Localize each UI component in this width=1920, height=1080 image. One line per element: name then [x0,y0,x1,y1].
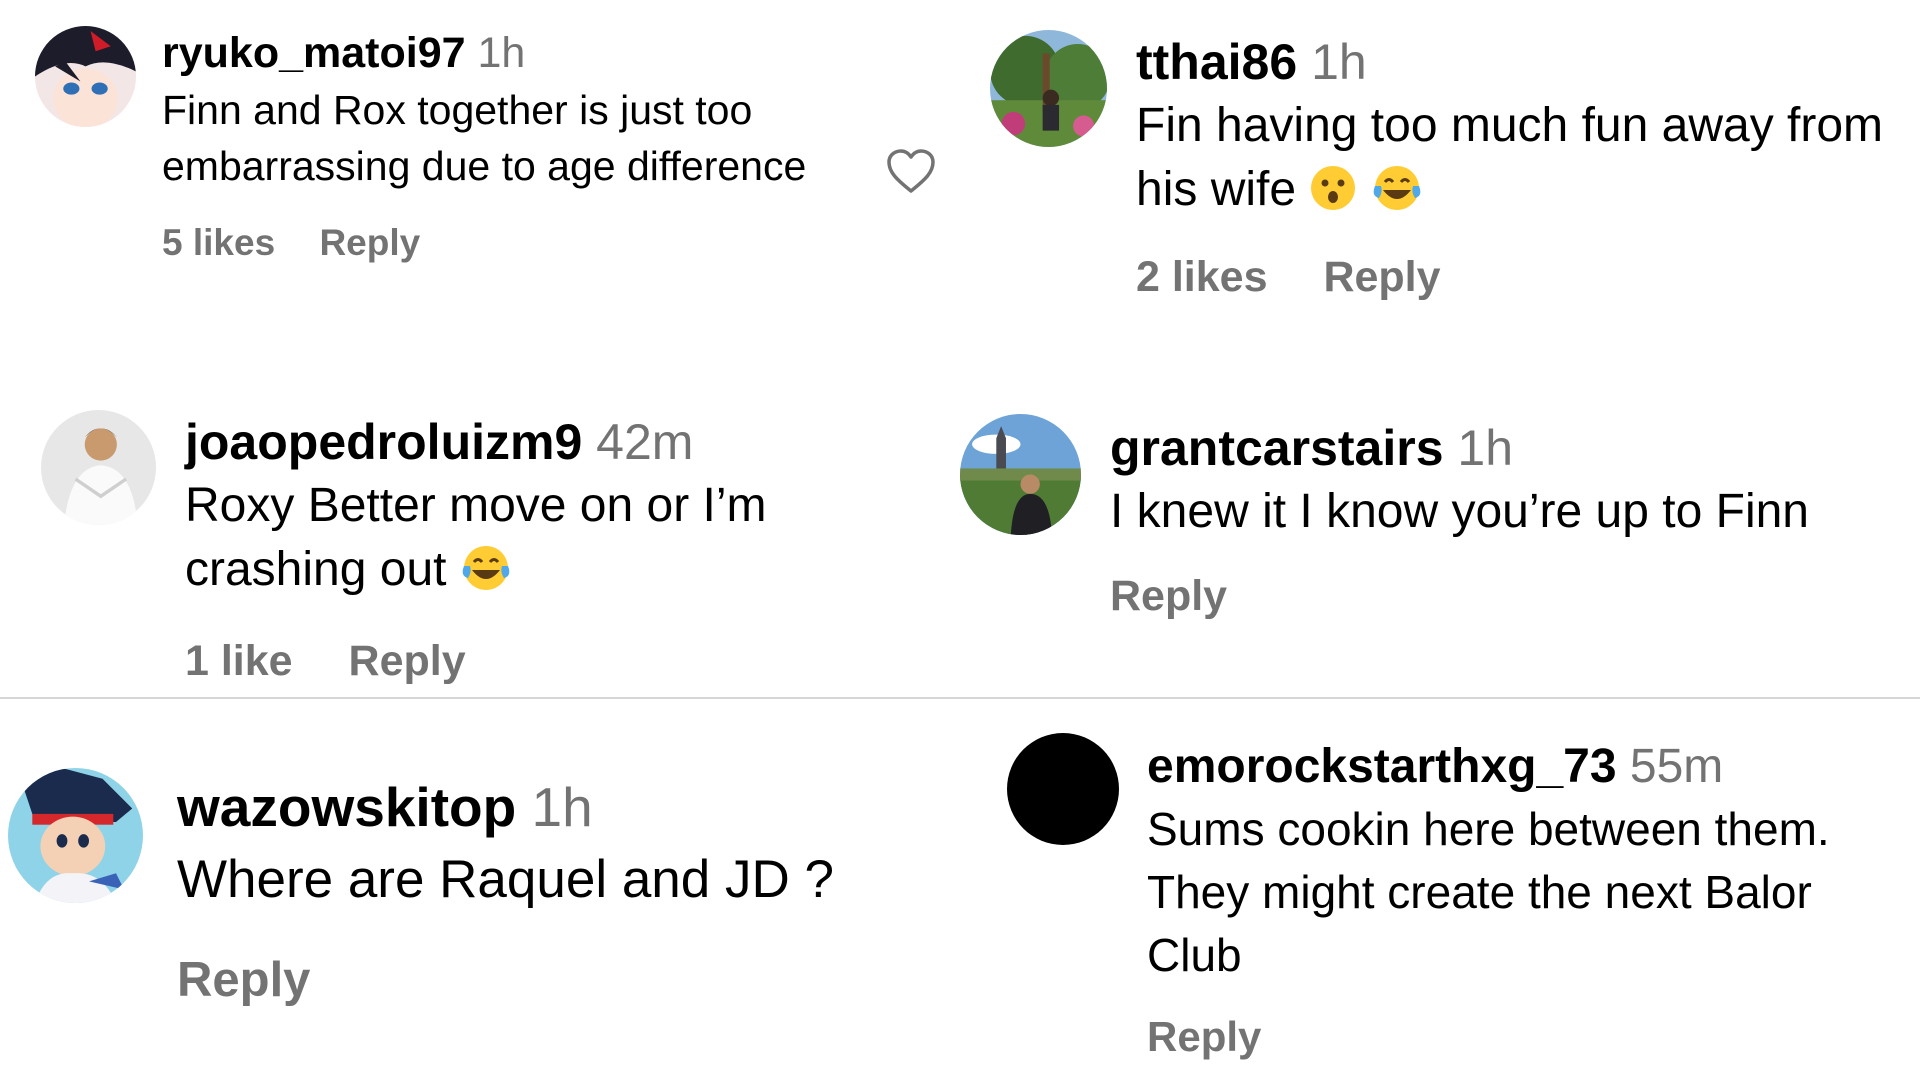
likes-count[interactable]: 5 likes [162,222,275,263]
avatar-ryuko-matoi97[interactable] [35,26,136,127]
likes-count[interactable]: 2 likes [1136,253,1268,301]
username[interactable]: tthai86 [1136,34,1297,90]
reply-button[interactable]: Reply [319,222,420,263]
timestamp: 55m [1629,740,1724,793]
avatar-tthai86[interactable] [990,30,1107,147]
tears-of-joy-face-icon [1371,164,1423,229]
comment-text: Sums cookin here between them. They migh… [1147,802,1830,981]
timestamp: 1h [477,29,526,77]
comment-text: Fin having too much fun away from his wi… [1136,99,1884,216]
reply-button[interactable]: Reply [349,637,466,685]
tears-of-joy-face-icon [460,544,512,609]
username[interactable]: wazowskitop [177,776,516,838]
section-divider [0,697,1920,699]
reply-button[interactable]: Reply [1323,253,1440,301]
likes-count[interactable]: 1 like [185,637,293,685]
timestamp: 1h [1311,34,1367,90]
comment-text: I knew it I know you’re up to Finn [1110,485,1809,538]
reply-button[interactable]: Reply [1147,1013,1261,1060]
reply-button[interactable]: Reply [177,953,310,1007]
comment-text: Finn and Rox together is just too embarr… [162,86,807,189]
username[interactable]: emorockstarthxg_73 [1147,740,1617,793]
comment-text: Where are Raquel and JD ? [177,850,834,909]
avatar-joaopedroluizm9[interactable] [41,410,156,525]
avatar-wazowskitop[interactable] [8,768,143,903]
username[interactable]: joaopedroluizm9 [185,414,582,470]
heart-outline-icon[interactable] [886,148,936,194]
timestamp: 1h [1457,420,1514,476]
username[interactable]: ryuko_matoi97 [162,29,466,77]
avatar-grantcarstairs[interactable] [960,414,1081,535]
reply-button[interactable]: Reply [1110,572,1227,620]
surprised-face-icon [1309,164,1357,229]
timestamp: 1h [531,776,593,838]
avatar-emorockstarthxg-73[interactable] [1007,733,1119,845]
username[interactable]: grantcarstairs [1110,420,1444,476]
timestamp: 42m [596,414,694,470]
